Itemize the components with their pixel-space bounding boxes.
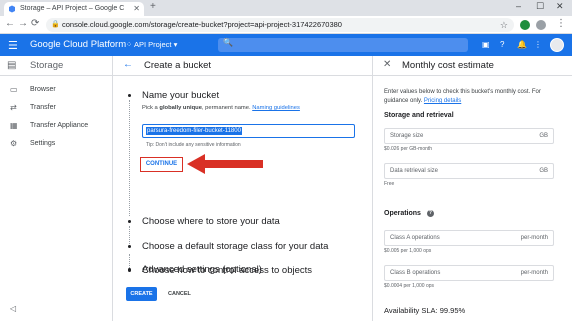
help-icon[interactable]: ?	[500, 40, 504, 49]
back-arrow-icon[interactable]: ←	[123, 59, 133, 70]
data-retrieval-field[interactable]: Data retrieval size GB	[384, 163, 554, 179]
more-options-icon[interactable]: ⋮	[534, 40, 542, 49]
step-bullet	[128, 220, 131, 223]
sidebar-item-settings[interactable]: ⚙ Settings	[0, 136, 112, 154]
browser-tab[interactable]: Storage – API Project – Google C ✕	[4, 2, 144, 16]
extension-icon[interactable]	[520, 20, 530, 30]
bucket-name-input[interactable]: parsura-freedom-filer-bucket-11800	[142, 124, 355, 138]
window-close-icon[interactable]: ✕	[556, 1, 564, 12]
name-description: Pick a globally unique, permanent name. …	[142, 105, 300, 111]
main-content: ← Create a bucket Name your bucket Pick …	[113, 56, 372, 321]
collapse-sidebar-icon[interactable]: ◁	[10, 304, 16, 313]
cost-panel-title: Monthly cost estimate	[402, 60, 494, 71]
search-icon: 🔍	[223, 38, 233, 47]
cloud-shell-icon[interactable]: ▣	[482, 40, 490, 49]
cancel-button[interactable]: CANCEL	[168, 287, 191, 301]
avatar[interactable]	[550, 38, 564, 52]
hamburger-menu-icon[interactable]: ☰	[8, 39, 18, 52]
project-dots-icon: ⁘	[126, 40, 134, 49]
sidebar-item-browser[interactable]: ▭ Browser	[0, 82, 112, 100]
search-input[interactable]: 🔍	[218, 38, 468, 52]
page-title: Create a bucket	[144, 60, 212, 71]
bucket-icon: ▭	[10, 85, 18, 94]
bookmark-star-icon[interactable]: ☆	[500, 18, 508, 32]
name-tip: Tip: Don't include any sensitive informa…	[146, 142, 241, 148]
notifications-icon[interactable]: 🔔	[517, 40, 527, 49]
storage-section-title: Storage and retrieval	[384, 112, 454, 119]
profile-icon[interactable]	[536, 20, 546, 30]
availability-sla: Availability SLA: 99.95%	[384, 306, 466, 315]
step-name-bucket: Name your bucket	[128, 90, 219, 101]
class-a-price: $0.005 per 1,000 ops	[384, 248, 432, 254]
step-title: Name your bucket	[142, 90, 220, 101]
class-b-price: $0.0004 per 1,000 ops	[384, 283, 435, 289]
gcp-header: ☰ Google Cloud Platform ⁘ API Project ▾ …	[0, 34, 572, 56]
step-location[interactable]: Choose where to store your data	[128, 216, 280, 227]
main-header: ← Create a bucket	[113, 56, 372, 76]
cost-intro: Enter values below to check this bucket'…	[384, 89, 541, 104]
maximize-icon[interactable]: ☐	[536, 1, 544, 12]
storage-size-price: $0.026 per GB-month	[384, 146, 433, 152]
step-storage-class[interactable]: Choose a default storage class for your …	[128, 241, 328, 252]
close-panel-icon[interactable]: ✕	[383, 59, 391, 70]
transfer-icon: ⇄	[10, 103, 17, 112]
operations-section-title: Operations?	[384, 210, 434, 217]
sidebar-header: ▤ Storage	[0, 56, 112, 76]
gear-icon: ⚙	[10, 139, 18, 148]
sidebar-item-transfer[interactable]: ⇄ Transfer	[0, 100, 112, 118]
step-bullet	[128, 94, 131, 97]
continue-button[interactable]: CONTINUE	[140, 157, 183, 172]
step-advanced-settings[interactable]: Advanced settings (optional)	[128, 264, 262, 275]
cost-panel-header: ✕ Monthly cost estimate	[373, 56, 572, 76]
appliance-icon: ▦	[10, 121, 18, 130]
forward-icon[interactable]: →	[18, 18, 28, 29]
step-connector	[129, 100, 130, 216]
annotation-arrow-icon	[187, 154, 263, 174]
minimize-icon[interactable]: –	[516, 1, 521, 11]
data-retrieval-price: Free	[384, 181, 395, 187]
browser-tab-bar: Storage – API Project – Google C ✕ + – ☐…	[0, 0, 572, 16]
pricing-details-link[interactable]: Pricing details	[424, 98, 461, 104]
sidebar-item-transfer-appliance[interactable]: ▦ Transfer Appliance	[0, 118, 112, 136]
back-icon[interactable]: ←	[5, 18, 15, 29]
class-a-operations-field[interactable]: Class A operations per-month	[384, 230, 554, 246]
create-button[interactable]: CREATE	[126, 287, 157, 301]
sidebar-title: Storage	[30, 60, 64, 71]
address-bar-row: ← → ⟳ 🔒 console.cloud.google.com/storage…	[0, 16, 572, 34]
browser-tab-title: Storage – API Project – Google C	[20, 5, 125, 12]
lock-icon: 🔒	[51, 21, 60, 28]
reload-icon[interactable]: ⟳	[31, 18, 39, 29]
step-bullet	[128, 245, 131, 248]
naming-guidelines-link[interactable]: Naming guidelines	[252, 105, 300, 111]
menu-kebab-icon[interactable]: ⋮	[556, 18, 566, 29]
storage-icon: ▤	[7, 60, 17, 71]
gcp-favicon-icon	[9, 5, 15, 13]
help-icon[interactable]: ?	[426, 210, 434, 217]
url-field[interactable]: 🔒 console.cloud.google.com/storage/creat…	[46, 18, 514, 32]
close-tab-icon[interactable]: ✕	[133, 2, 140, 16]
class-b-operations-field[interactable]: Class B operations per-month	[384, 265, 554, 281]
bucket-name-value: parsura-freedom-filer-bucket-11800	[146, 127, 242, 135]
storage-size-field[interactable]: Storage size GB	[384, 128, 554, 144]
step-bullet	[128, 268, 131, 271]
sidebar: ▤ Storage ▭ Browser ⇄ Transfer ▦ Transfe…	[0, 56, 113, 321]
cost-estimate-panel: ✕ Monthly cost estimate Enter values bel…	[372, 56, 572, 321]
new-tab-icon[interactable]: +	[150, 1, 156, 12]
gcp-brand[interactable]: Google Cloud Platform	[30, 39, 126, 50]
project-selector[interactable]: ⁘ API Project ▾	[126, 40, 177, 49]
url-text: console.cloud.google.com/storage/create-…	[62, 20, 342, 29]
